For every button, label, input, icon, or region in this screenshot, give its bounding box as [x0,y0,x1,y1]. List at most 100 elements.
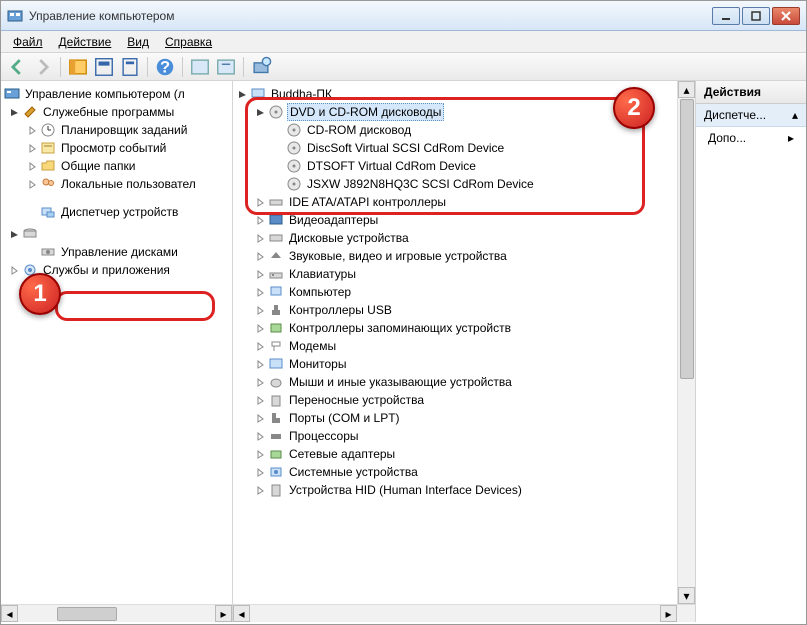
tree-device-manager[interactable]: Диспетчер устройств [3,203,230,221]
expand-icon[interactable] [253,375,267,389]
expand-icon[interactable] [253,195,267,209]
device-category[interactable]: Видеоадаптеры [235,211,675,229]
tree-system-tools[interactable]: Служебные программы [3,103,230,121]
expand-icon[interactable] [253,249,267,263]
category-icon [268,356,284,372]
device-category[interactable]: Компьютер [235,283,675,301]
menu-help[interactable]: Справка [157,33,220,51]
collapse-icon[interactable] [7,105,21,119]
device-root[interactable]: Buddha-ПК [235,85,675,103]
scroll-right-arrow[interactable]: ▸ [215,605,232,622]
tree-event-viewer[interactable]: Просмотр событий [3,139,230,157]
device-category[interactable]: Звуковые, видео и игровые устройства [235,247,675,265]
expand-icon[interactable] [253,303,267,317]
scope-tree[interactable]: Управление компьютером (л Служебные прог… [1,81,232,602]
device-tree[interactable]: Buddha-ПК DVD и CD-ROM дисководы CD-ROM … [233,81,677,602]
extra-button-1[interactable] [188,56,212,78]
scroll-thumb[interactable] [57,607,117,621]
nav-forward-button[interactable] [31,56,55,78]
expand-icon[interactable] [7,263,21,277]
device-item[interactable]: DTSOFT Virtual CdRom Device [235,157,675,175]
show-hide-tree-button[interactable] [66,56,90,78]
device-category[interactable]: Модемы [235,337,675,355]
expand-icon[interactable] [253,231,267,245]
expand-icon[interactable] [253,285,267,299]
callout-2: 2 [613,87,655,129]
scroll-left-arrow[interactable]: ◂ [1,605,18,622]
left-horizontal-scrollbar[interactable]: ◂ ▸ [1,604,232,622]
menu-file[interactable]: Файл [5,33,51,51]
middle-horizontal-scrollbar[interactable]: ◂ ▸ [233,604,695,622]
expand-icon[interactable] [253,267,267,281]
tree-root[interactable]: Управление компьютером (л [3,85,230,103]
toolbar: ? [1,53,806,81]
expand-icon[interactable] [253,213,267,227]
menu-action[interactable]: Действие [51,33,120,51]
scan-hardware-button[interactable] [249,56,273,78]
device-category[interactable]: Переносные устройства [235,391,675,409]
category-icon [268,266,284,282]
scroll-left-arrow[interactable]: ◂ [233,605,250,622]
device-item[interactable]: CD-ROM дисковод [235,121,675,139]
help-button[interactable]: ? [153,56,177,78]
scroll-up-arrow[interactable]: ▴ [678,81,695,98]
tree-task-scheduler[interactable]: Планировщик заданий [3,121,230,139]
middle-vertical-scrollbar[interactable]: ▴ ▾ [677,81,695,604]
close-button[interactable] [772,7,800,25]
device-item[interactable]: DiscSoft Virtual SCSI CdRom Device [235,139,675,157]
actions-context[interactable]: Диспетче... ▴ [696,104,806,127]
device-category[interactable]: Сетевые адаптеры [235,445,675,463]
expand-icon[interactable] [253,447,267,461]
device-category[interactable]: Мыши и иные указывающие устройства [235,373,675,391]
scroll-down-arrow[interactable]: ▾ [678,587,695,604]
menu-view[interactable]: Вид [119,33,157,51]
extra-button-2[interactable] [214,56,238,78]
minimize-button[interactable] [712,7,740,25]
export-button[interactable] [118,56,142,78]
collapse-icon[interactable] [235,87,249,101]
collapse-icon[interactable] [253,105,267,119]
device-category[interactable]: Мониторы [235,355,675,373]
device-category[interactable]: Контроллеры USB [235,301,675,319]
tree-local-users[interactable]: Локальные пользовател [3,175,230,193]
expand-icon[interactable] [253,429,267,443]
expand-icon[interactable] [253,483,267,497]
storage-icon [22,226,38,242]
device-category[interactable]: Системные устройства [235,463,675,481]
scroll-thumb[interactable] [680,99,694,379]
nav-back-button[interactable] [5,56,29,78]
device-category[interactable]: IDE ATA/ATAPI контроллеры [235,193,675,211]
collapse-icon[interactable] [7,227,21,241]
tree-disk-management[interactable]: Управление дисками [3,243,230,261]
actions-more[interactable]: Допо... ▸ [696,127,806,149]
expand-icon[interactable] [25,123,39,137]
device-category-dvd[interactable]: DVD и CD-ROM дисководы [235,103,675,121]
device-category[interactable]: Контроллеры запоминающих устройств [235,319,675,337]
expand-icon[interactable] [253,357,267,371]
chevron-right-icon: ▸ [788,131,794,145]
category-icon [268,320,284,336]
device-category[interactable]: Устройства HID (Human Interface Devices) [235,481,675,499]
device-category[interactable]: Клавиатуры [235,265,675,283]
expand-icon[interactable] [253,321,267,335]
actions-panel: Действия Диспетче... ▴ Допо... ▸ [696,81,806,622]
expand-icon[interactable] [253,465,267,479]
category-icon [268,338,284,354]
expand-icon[interactable] [253,339,267,353]
device-item[interactable]: JSXW J892N8HQ3C SCSI CdRom Device [235,175,675,193]
device-category[interactable]: Дисковые устройства [235,229,675,247]
tree-shared-folders[interactable]: Общие папки [3,157,230,175]
scroll-right-arrow[interactable]: ▸ [660,605,677,622]
cdrom-icon [268,104,284,120]
maximize-button[interactable] [742,7,770,25]
expand-icon[interactable] [253,411,267,425]
expand-icon[interactable] [25,177,39,191]
expand-icon[interactable] [25,159,39,173]
tree-storage[interactable] [3,225,230,243]
computer-icon [250,86,266,102]
device-category[interactable]: Порты (COM и LPT) [235,409,675,427]
expand-icon[interactable] [253,393,267,407]
device-category[interactable]: Процессоры [235,427,675,445]
expand-icon[interactable] [25,141,39,155]
properties-button[interactable] [92,56,116,78]
